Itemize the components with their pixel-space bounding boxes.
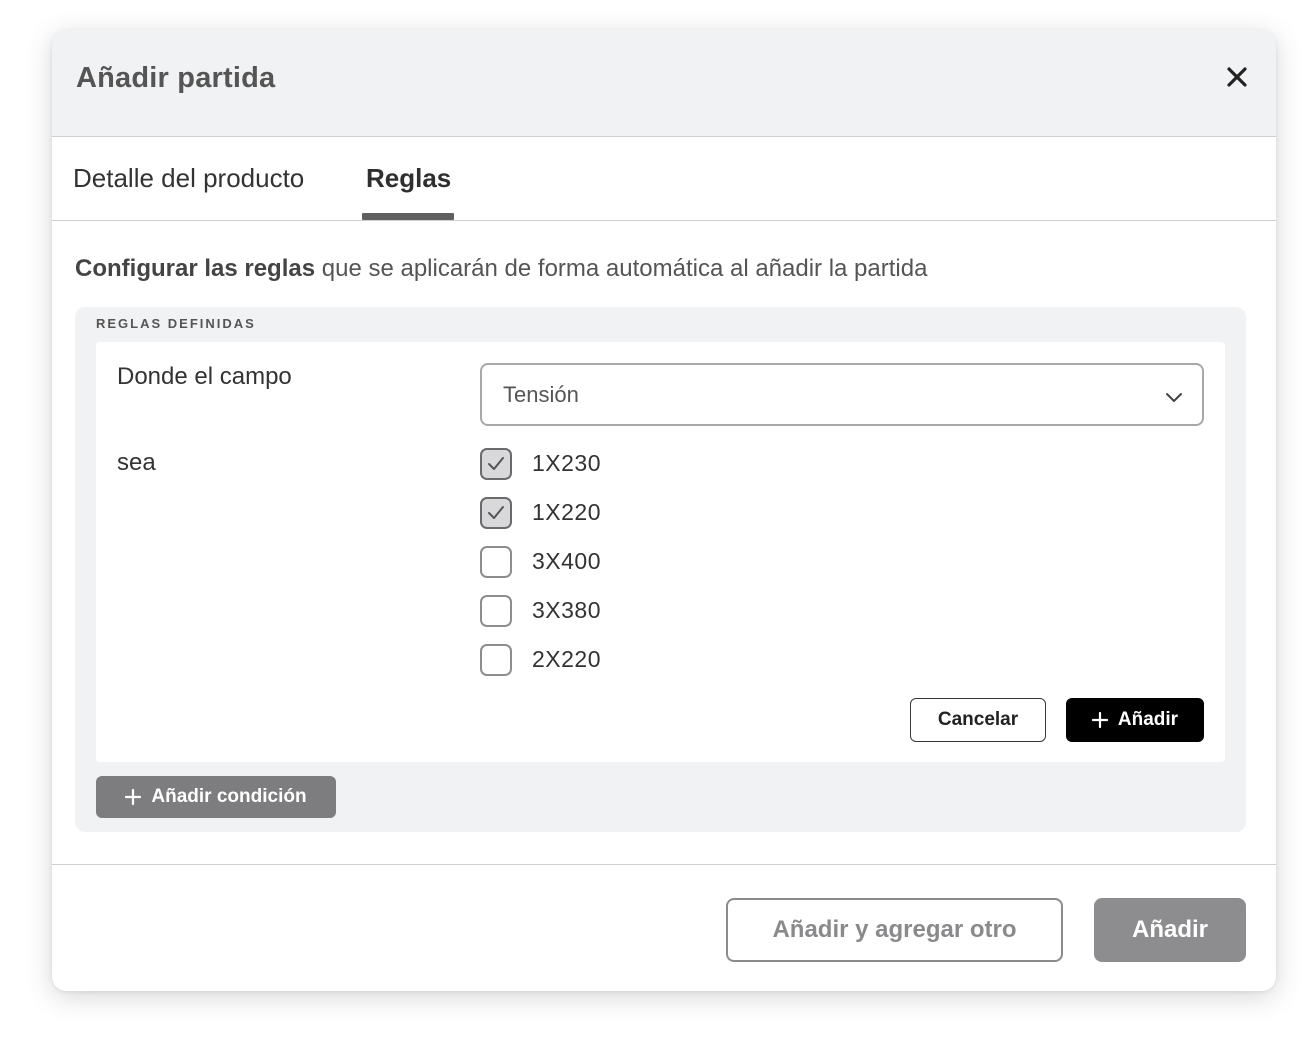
add-and-another-button[interactable]: Añadir y agregar otro bbox=[726, 898, 1063, 962]
option-label: 3X380 bbox=[532, 597, 602, 623]
option-label: 1X220 bbox=[532, 499, 602, 525]
rules-intro-bold: Configurar las reglas bbox=[75, 255, 316, 282]
option-1x230[interactable]: 1X230 bbox=[480, 448, 780, 480]
modal-title: Añadir partida bbox=[76, 62, 276, 94]
checkbox-2x220[interactable] bbox=[480, 644, 512, 676]
plus-icon bbox=[1091, 712, 1108, 728]
close-button[interactable] bbox=[1224, 64, 1250, 90]
checkbox-3x400[interactable] bbox=[480, 546, 512, 578]
rule-card: Donde el campo Tensión sea 1X230 1X220 3… bbox=[96, 342, 1225, 762]
checkbox-1x230[interactable] bbox=[480, 448, 512, 480]
field-label: Donde el campo bbox=[117, 363, 292, 390]
option-2x220[interactable]: 2X220 bbox=[480, 644, 780, 676]
add-condition-button[interactable]: Añadir condición bbox=[96, 776, 336, 818]
cancel-rule-button[interactable]: Cancelar bbox=[910, 698, 1046, 742]
option-1x220[interactable]: 1X220 bbox=[480, 497, 780, 529]
option-label: 1X230 bbox=[532, 450, 602, 476]
check-icon bbox=[488, 457, 504, 470]
plus-icon bbox=[125, 789, 142, 805]
add-rule-button[interactable]: Añadir bbox=[1066, 698, 1204, 742]
modal-header: Añadir partida bbox=[52, 30, 1276, 137]
option-3x400[interactable]: 3X400 bbox=[480, 546, 780, 578]
add-condition-label: Añadir condición bbox=[151, 786, 307, 807]
tab-product-detail[interactable]: Detalle del producto bbox=[73, 163, 304, 194]
checkbox-1x220[interactable] bbox=[480, 497, 512, 529]
close-icon bbox=[1227, 67, 1247, 87]
active-tab-indicator bbox=[362, 213, 454, 220]
check-icon bbox=[488, 506, 504, 519]
field-select[interactable]: Tensión bbox=[480, 363, 1204, 426]
tab-rules[interactable]: Reglas bbox=[366, 163, 451, 194]
add-rule-label: Añadir bbox=[1117, 709, 1179, 730]
footer-divider bbox=[52, 864, 1276, 865]
field-select-value: Tensión bbox=[503, 382, 579, 407]
rules-intro-rest: que se aplicarán de forma automática al … bbox=[315, 255, 928, 282]
option-label: 3X400 bbox=[532, 548, 602, 574]
add-item-button[interactable]: Añadir bbox=[1094, 898, 1246, 962]
tab-bar: Detalle del producto Reglas bbox=[52, 137, 1276, 221]
option-label: 2X220 bbox=[532, 646, 602, 672]
defined-rules-heading: REGLAS DEFINIDAS bbox=[96, 316, 256, 331]
chevron-down-icon bbox=[1166, 393, 1182, 402]
rules-intro-text: Configurar las reglas que se aplicarán d… bbox=[75, 255, 927, 283]
add-item-modal: Añadir partida Detalle del producto Regl… bbox=[52, 30, 1276, 991]
condition-label: sea bbox=[117, 449, 156, 476]
checkbox-3x380[interactable] bbox=[480, 595, 512, 627]
defined-rules-panel: REGLAS DEFINIDAS Donde el campo Tensión … bbox=[75, 307, 1246, 832]
option-3x380[interactable]: 3X380 bbox=[480, 595, 780, 627]
